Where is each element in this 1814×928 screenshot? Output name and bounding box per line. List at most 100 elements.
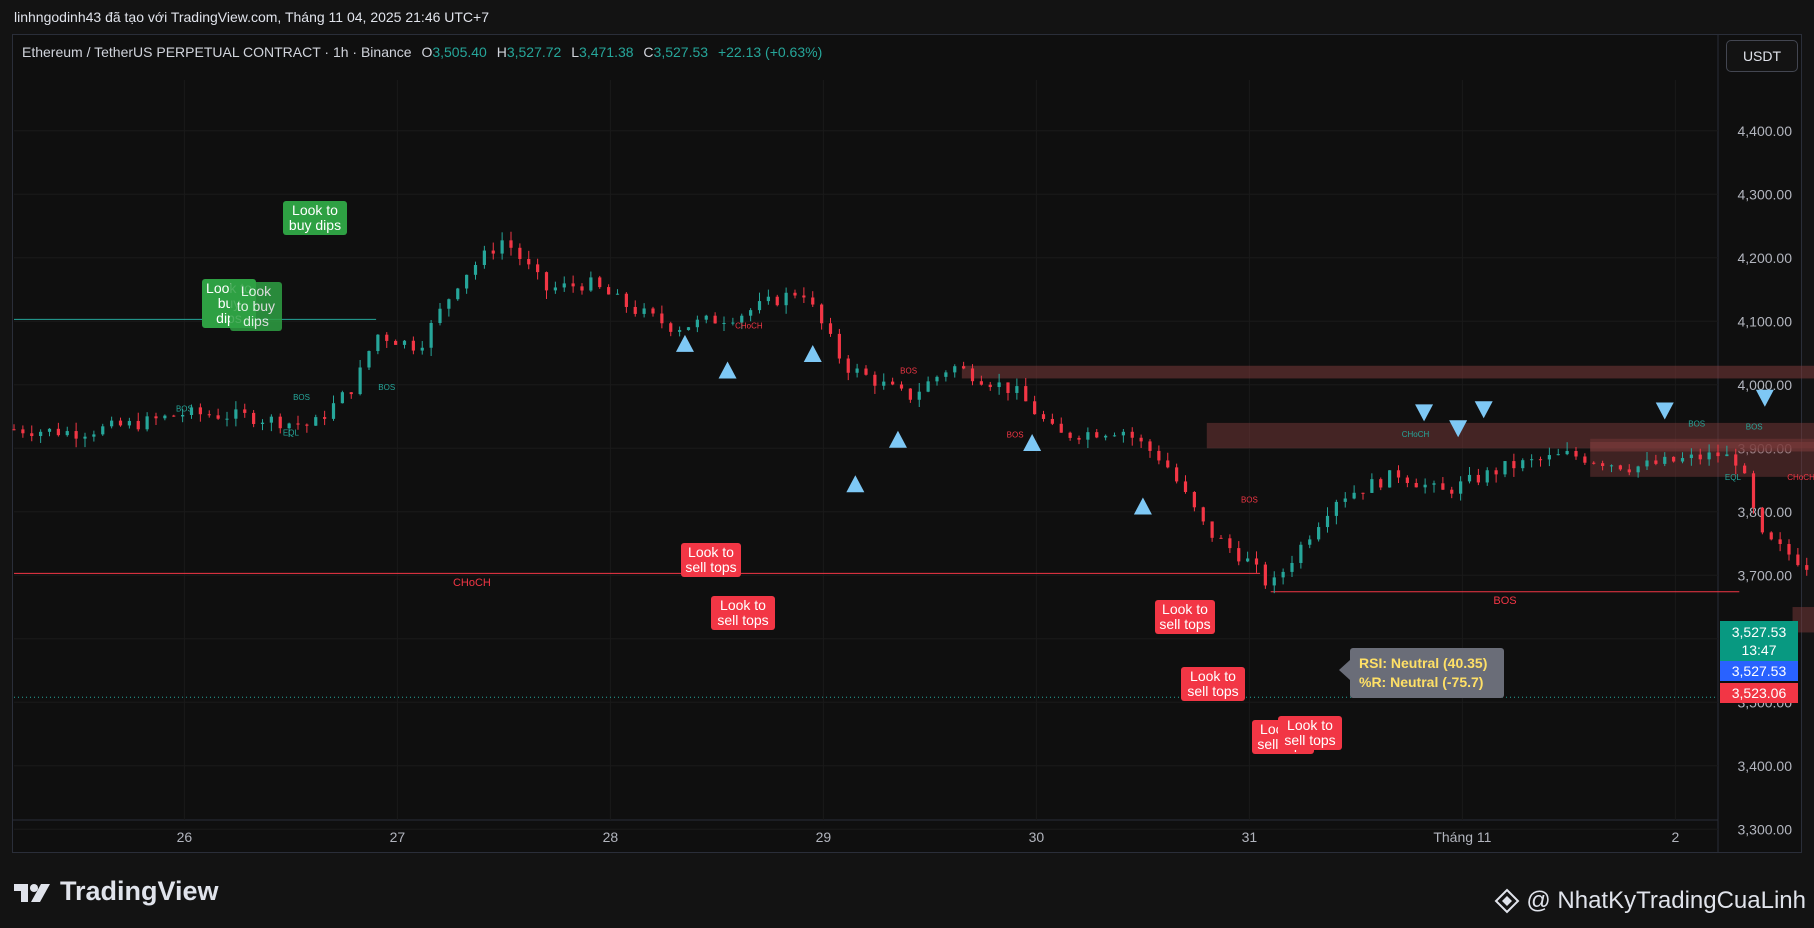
y-tick-label: 4,400.00 (1738, 123, 1793, 139)
candle-body (527, 258, 531, 265)
author-watermark: @ NhatKyTradingCuaLinh (1494, 887, 1806, 915)
candle-body (1201, 507, 1205, 522)
y-tick-label: 3,400.00 (1738, 758, 1793, 774)
candle-body (1130, 431, 1134, 438)
candle-body (908, 388, 912, 400)
chart-canvas[interactable]: 3,300.003,400.003,500.003,600.003,700.00… (0, 0, 1814, 928)
candle-body (1175, 467, 1179, 482)
candle-body (1254, 558, 1259, 565)
candle-body (1263, 564, 1267, 586)
candle-body (1565, 450, 1569, 455)
candle-body (1405, 477, 1409, 483)
candle-body (1680, 458, 1685, 462)
sell-triangle-marker (1655, 402, 1674, 420)
candle-body (855, 368, 859, 373)
candle-body (509, 240, 513, 248)
candle-body (1707, 452, 1711, 460)
candle-body (438, 308, 442, 323)
y-tick-label: 4,200.00 (1738, 250, 1793, 266)
candle-body (216, 415, 220, 419)
candle-body (92, 434, 96, 437)
candle-body (1547, 455, 1551, 460)
candle-body (420, 347, 424, 351)
candle-body (518, 247, 522, 259)
candle-body (1627, 469, 1631, 473)
x-tick-label: 28 (603, 829, 619, 845)
candle-body (110, 420, 114, 427)
buy-triangle-marker (718, 361, 737, 379)
candle-body (775, 296, 779, 306)
candle-body (385, 334, 389, 341)
candle-body (394, 340, 398, 345)
candle-body (757, 301, 762, 311)
y-tick-label: 4,300.00 (1738, 186, 1793, 202)
buy-triangle-marker (888, 430, 907, 448)
candle-body (331, 403, 336, 419)
candle-body (278, 416, 282, 429)
candle-body (234, 409, 238, 419)
candle-body (1432, 483, 1436, 485)
candle-body (225, 418, 229, 420)
sell-triangle-marker (1755, 389, 1774, 407)
buy-triangle-marker (846, 475, 865, 493)
sell-tops-label: Look to sell tops (711, 596, 775, 630)
candle-body (172, 415, 176, 417)
sell-tops-label: Look to sell tops (1278, 716, 1342, 750)
candle-body (615, 293, 620, 295)
candle-body (1024, 386, 1028, 402)
candle-body (1583, 456, 1587, 463)
sell-tops-label: Look to sell tops (1181, 667, 1245, 701)
eql-label: EQL (1725, 473, 1742, 482)
candle-body (1663, 456, 1667, 464)
candle-body (367, 351, 371, 368)
supply-zone (1590, 441, 1814, 452)
candle-body (1086, 432, 1090, 440)
candle-body (598, 277, 602, 288)
candle-body (713, 315, 717, 324)
candle-body (411, 340, 415, 351)
candle-body (1734, 454, 1738, 466)
candle-body (820, 304, 824, 324)
candle-body (1228, 538, 1232, 549)
candle-body (429, 322, 433, 348)
candle-body (802, 295, 806, 298)
candle-body (1512, 461, 1516, 469)
candle-body (1494, 470, 1498, 475)
tradingview-logo[interactable]: TradingView (14, 876, 219, 907)
candle-body (660, 313, 664, 324)
candle-body (1104, 435, 1108, 438)
candle-body (56, 428, 60, 436)
candle-body (1796, 554, 1800, 566)
candle-body (1121, 431, 1125, 436)
low-value: 3,471.38 (579, 44, 634, 60)
candle-body (1618, 465, 1622, 470)
currency-button[interactable]: USDT (1726, 40, 1798, 72)
candle-body (1334, 501, 1338, 516)
candle-body (1769, 532, 1773, 540)
candle-body (917, 391, 921, 400)
candle-body (1716, 452, 1720, 457)
candle-body (1166, 460, 1170, 468)
candle-body (1370, 479, 1374, 493)
symbol-legend: Ethereum / TetherUS PERPETUAL CONTRACT ·… (22, 44, 823, 60)
candle-body (402, 340, 407, 345)
candle-body (1388, 470, 1392, 488)
candle-body (465, 274, 469, 289)
candle-body (154, 416, 158, 419)
candle-body (1041, 414, 1046, 419)
candle-body (287, 423, 291, 429)
candle-body (456, 288, 460, 300)
candle-body (1530, 459, 1534, 461)
x-tick-label: 2 (1672, 829, 1680, 845)
candle-body (580, 286, 584, 291)
candle-body (1379, 479, 1383, 488)
candle-body (207, 414, 211, 416)
candle-body (1237, 548, 1241, 562)
choch-label: CHoCH (735, 321, 763, 330)
candle-body (1556, 454, 1560, 456)
candle-body (447, 299, 451, 309)
candle-body (1299, 544, 1303, 563)
candle-body (1272, 577, 1276, 586)
candle-body (651, 308, 655, 314)
candle-body (1574, 450, 1578, 457)
